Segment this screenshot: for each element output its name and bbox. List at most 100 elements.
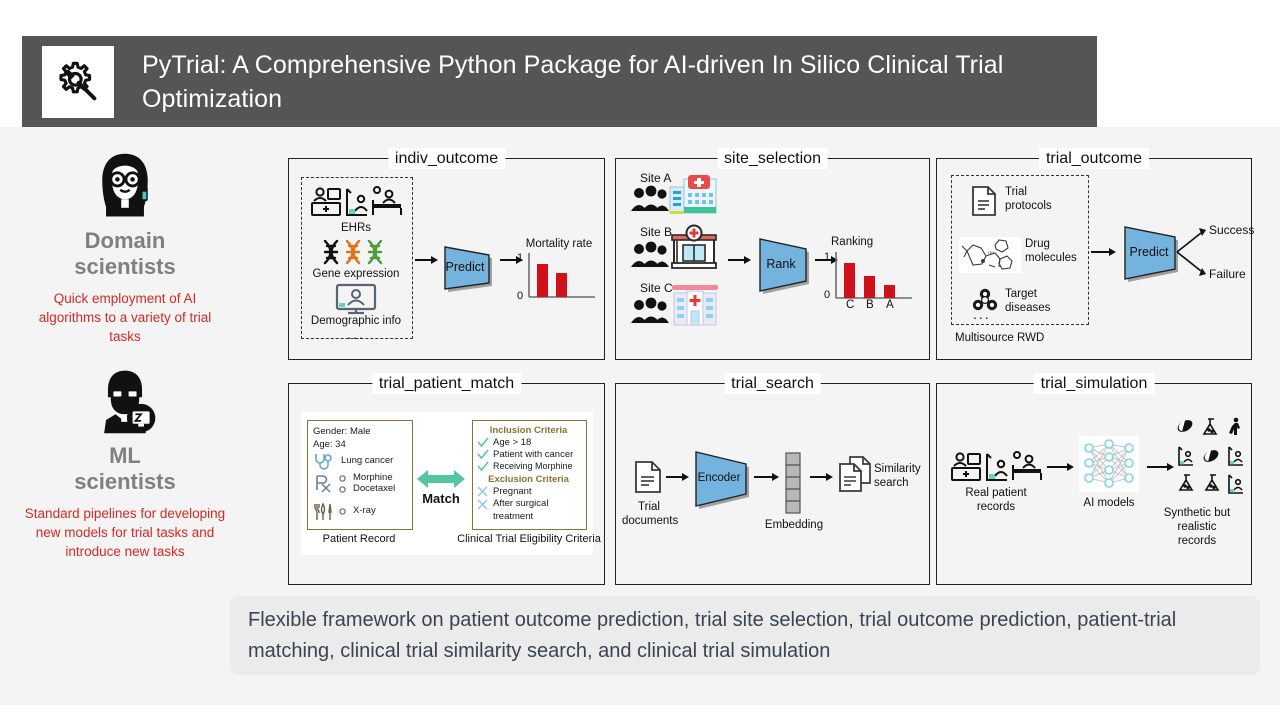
- output-label: Similarity search: [874, 463, 921, 489]
- arrow-right-icon: [728, 255, 752, 265]
- model-block-predict: Predict: [441, 241, 493, 293]
- chart-title: Ranking: [831, 236, 874, 248]
- persona-title-line1: Domain: [84, 228, 166, 253]
- bullet-icon: [339, 475, 346, 482]
- documents-stack-icon: [838, 456, 874, 494]
- input-item-label: Trial protocols: [1005, 186, 1052, 212]
- embedding-vector-icon: [785, 452, 802, 514]
- dna-helix-icons: [321, 239, 389, 265]
- input-item-label: Gene expression: [312, 268, 400, 280]
- input-item-label: Target diseases: [1005, 288, 1051, 314]
- input-label: Real patient records: [965, 487, 1027, 513]
- model-block-rank: Rank: [756, 235, 810, 294]
- model-label: Encoder: [697, 472, 741, 484]
- prescription-rx-icon: [314, 474, 334, 494]
- patient-medication: Docetaxel: [353, 483, 396, 494]
- svg-text:OH: OH: [988, 250, 994, 255]
- patient-age: Age: 34: [313, 439, 346, 450]
- document-icon: [971, 185, 997, 217]
- model-label: AI models: [1083, 497, 1135, 509]
- model-block-encoder: Encoder: [692, 448, 750, 509]
- mortality-rate-bar-chart: [525, 251, 601, 306]
- axis-min-label: 0: [824, 289, 831, 301]
- panel-trial-outcome: trial_outcome Trial protocols OH Drug mo…: [936, 148, 1255, 360]
- check-icon: [477, 437, 489, 448]
- ehr-icons: [309, 185, 404, 217]
- bullet-icon: [339, 508, 346, 515]
- arrow-right-icon: [666, 472, 690, 482]
- persona-domain-scientists: Domain scientists Quick employment of AI…: [10, 150, 240, 346]
- chart-category-label: B: [866, 299, 874, 311]
- panel-indiv-outcome: indiv_outcome EHRs Gene expression Demog…: [288, 148, 605, 360]
- axis-max-label: 1: [824, 251, 831, 263]
- persona-title-line2: scientists: [74, 254, 176, 279]
- ranking-bar-chart: [832, 250, 918, 306]
- output-label-success: Success: [1209, 223, 1255, 237]
- persona-title: Domain scientists: [10, 228, 240, 280]
- site-label: Site A: [640, 171, 672, 185]
- cross-icon: [477, 499, 488, 510]
- criteria-caption: Clinical Trial Eligibility Criteria: [457, 533, 601, 545]
- people-group-icon: [630, 185, 670, 213]
- arrow-right-icon: [810, 472, 834, 482]
- patient-procedure: X-ray: [353, 505, 376, 516]
- cross-icon: [477, 486, 488, 497]
- input-item-ellipsis: ...: [973, 306, 991, 322]
- patient-gender: Gender: Male: [313, 426, 371, 437]
- site-label: Site C: [640, 281, 673, 295]
- input-group-caption: Multisource RWD: [955, 332, 1045, 344]
- input-item-label: Drug molecules: [1025, 238, 1077, 264]
- embedding-label: Embedding: [764, 519, 824, 531]
- panel-trial-simulation: trial_simulation Real patient records AI…: [936, 373, 1252, 585]
- gear-wrench-icon: [42, 45, 114, 118]
- hospital-building-c-icon: [670, 283, 720, 327]
- summary-caption-box: Flexible framework on patient outcome pr…: [230, 596, 1260, 675]
- patient-condition: Lung cancer: [341, 455, 394, 466]
- arrow-right-icon: [415, 255, 439, 265]
- chart-title: Mortality rate: [525, 238, 593, 250]
- model-label: Rank: [766, 257, 796, 271]
- exclusion-item: After surgical treatment: [493, 498, 549, 522]
- neural-network-icon: [1079, 436, 1139, 492]
- people-group-icon: [630, 297, 670, 325]
- arrow-right-icon: [1047, 462, 1075, 472]
- bullet-icon: [339, 486, 346, 493]
- arrow-right-icon: [1147, 462, 1175, 472]
- summary-caption-text: Flexible framework on patient outcome pr…: [248, 608, 1177, 662]
- female-scientist-avatar-icon: [10, 150, 240, 222]
- people-group-icon: [630, 241, 670, 269]
- panel-site-selection: site_selection Site A Site B Site C Rank…: [615, 148, 930, 360]
- monitor-demographics-icon: [335, 283, 377, 315]
- persona-title-line1: ML: [109, 443, 141, 468]
- hospital-building-a-icon: [668, 173, 718, 215]
- arrow-right-icon: [754, 472, 780, 482]
- model-label: Predict: [445, 260, 485, 274]
- persona-description: Quick employment of AI algorithms to a v…: [38, 291, 212, 344]
- axis-max-label: 1: [517, 252, 524, 264]
- persona-description: Standard pipelines for developing new mo…: [24, 506, 226, 559]
- title-banner: PyTrial: A Comprehensive Python Package …: [22, 36, 1097, 127]
- persona-title-line2: scientists: [74, 469, 176, 494]
- clinic-building-b-icon: [670, 224, 718, 271]
- branch-arrows-icon: [1176, 221, 1213, 283]
- page-title: PyTrial: A Comprehensive Python Package …: [142, 50, 1004, 113]
- molecule-structure-icon: OH: [959, 237, 1021, 273]
- inclusion-item: Receiving Morphine: [493, 461, 573, 471]
- check-icon: [477, 461, 489, 472]
- axis-min-label: 0: [517, 290, 524, 302]
- chart-category-label: C: [846, 299, 855, 311]
- arrow-right-icon: [1091, 247, 1117, 257]
- document-icon: [634, 460, 662, 494]
- model-block-predict: Predict: [1121, 223, 1179, 282]
- model-label: Predict: [1129, 245, 1169, 259]
- output-label-failure: Failure: [1209, 267, 1246, 281]
- site-label: Site B: [640, 225, 673, 239]
- panel-trial-search: trial_search Trial documents Encoder Emb…: [615, 373, 930, 585]
- persona-ml-scientists: ML scientists Standard pipelines for dev…: [10, 365, 240, 561]
- ehr-icons: [949, 450, 1044, 482]
- chart-category-label: A: [886, 299, 894, 311]
- output-label: Synthetic but realistic records: [1163, 507, 1231, 547]
- match-double-arrow-icon: [417, 468, 465, 490]
- patient-record-caption: Patient Record: [322, 533, 396, 545]
- input-item-label: EHRs: [340, 222, 372, 234]
